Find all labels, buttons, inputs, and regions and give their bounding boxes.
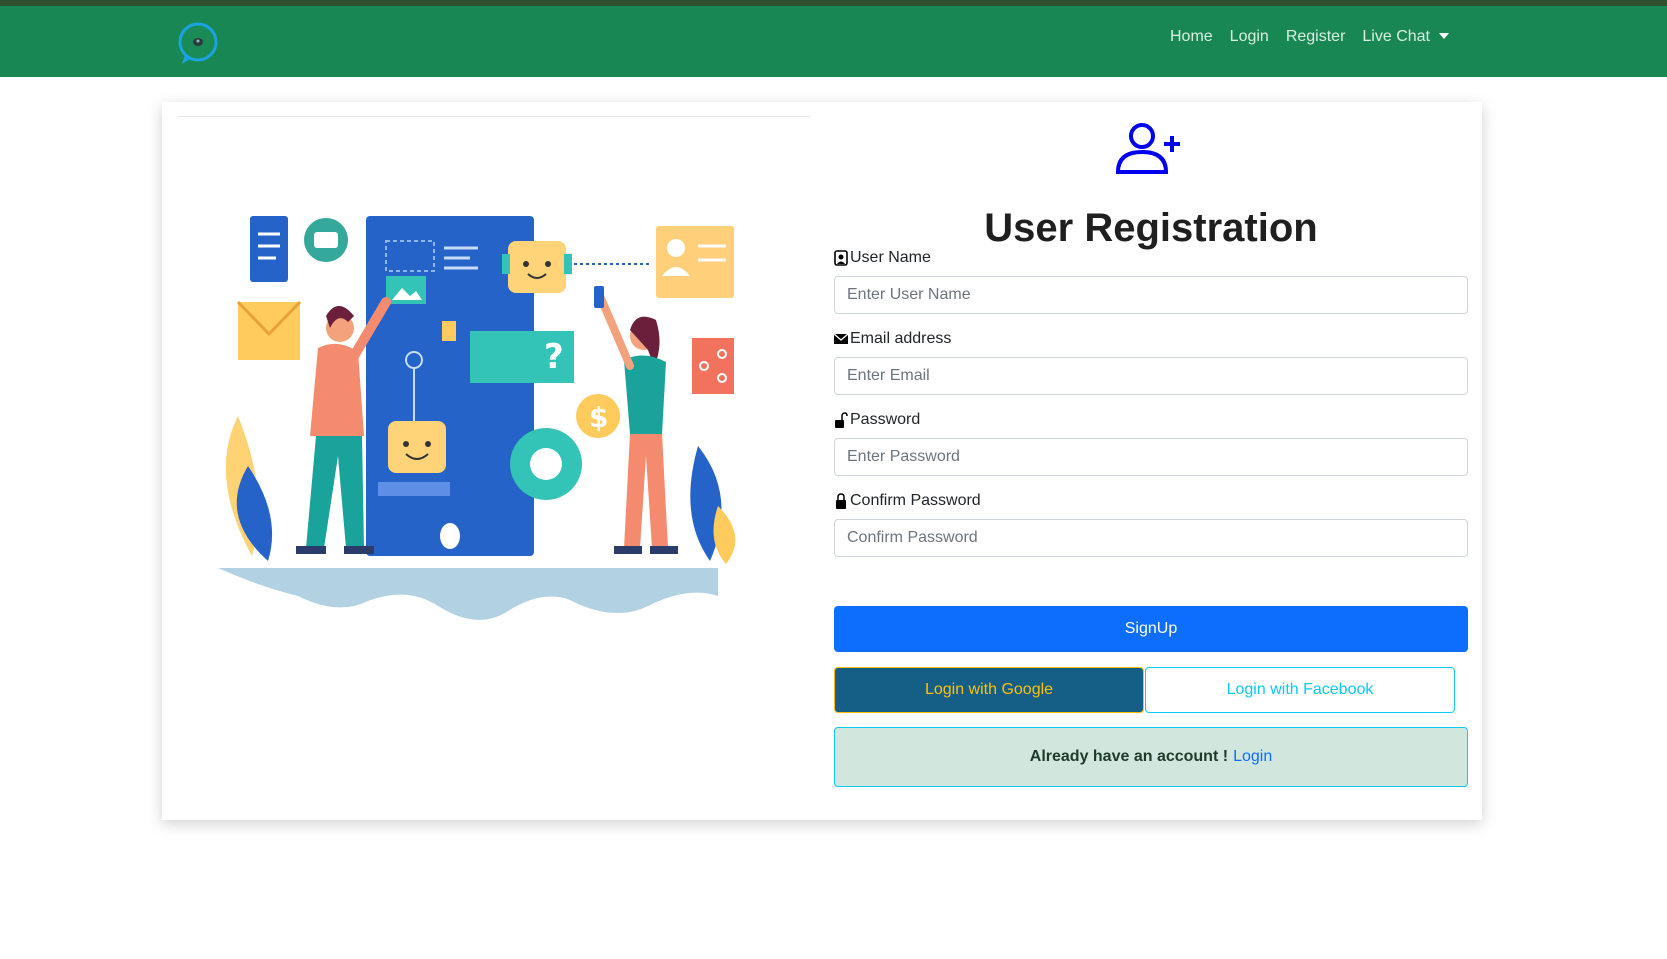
lock-icon — [836, 493, 846, 509]
email-input[interactable] — [834, 357, 1468, 395]
nav-register[interactable]: Register — [1286, 28, 1346, 46]
svg-text:?: ? — [544, 337, 564, 377]
person-badge-icon — [834, 250, 848, 266]
username-input[interactable] — [834, 276, 1468, 314]
login-facebook-button[interactable]: Login with Facebook — [1145, 667, 1455, 713]
caret-down-icon[interactable] — [1439, 33, 1449, 39]
email-label-text: Email address — [850, 330, 952, 347]
username-label: User Name — [834, 249, 931, 267]
registration-card: ? $ User Registration User Name Enter Us… — [162, 102, 1482, 820]
nav-login[interactable]: Login — [1230, 28, 1269, 46]
username-label-text: User Name — [850, 249, 931, 266]
nav-home[interactable]: Home — [1170, 28, 1213, 46]
navbar: Home Login Register Live Chat — [0, 6, 1667, 77]
chat-bubble-logo-icon[interactable] — [176, 21, 222, 67]
password-label-text: Password — [850, 411, 921, 428]
confirm-password-input[interactable] — [834, 519, 1468, 557]
nav-live-chat[interactable]: Live Chat — [1362, 28, 1430, 46]
user-plus-icon — [1115, 123, 1180, 174]
envelope-icon — [834, 333, 848, 344]
unlock-icon — [835, 412, 848, 428]
nav-links: Home Login Register Live Chat — [1170, 28, 1430, 46]
signup-button[interactable]: SignUp — [834, 606, 1468, 652]
svg-text:$: $ — [589, 401, 608, 434]
page-title: User Registration — [984, 206, 1318, 250]
password-label: Password — [834, 411, 920, 429]
account-text: Already have an account ! — [1029, 748, 1229, 765]
email-label: Email address — [834, 330, 951, 348]
app-development-illustration: ? $ — [218, 216, 736, 620]
login-google-button[interactable]: Login with Google — [834, 667, 1144, 713]
confirm-password-label: Confirm Password — [834, 492, 981, 510]
password-input[interactable] — [834, 438, 1468, 476]
login-link[interactable]: Login — [1233, 748, 1272, 766]
confirm-password-label-text: Confirm Password — [850, 492, 981, 509]
account-alert: Already have an account ! Login — [834, 727, 1468, 787]
